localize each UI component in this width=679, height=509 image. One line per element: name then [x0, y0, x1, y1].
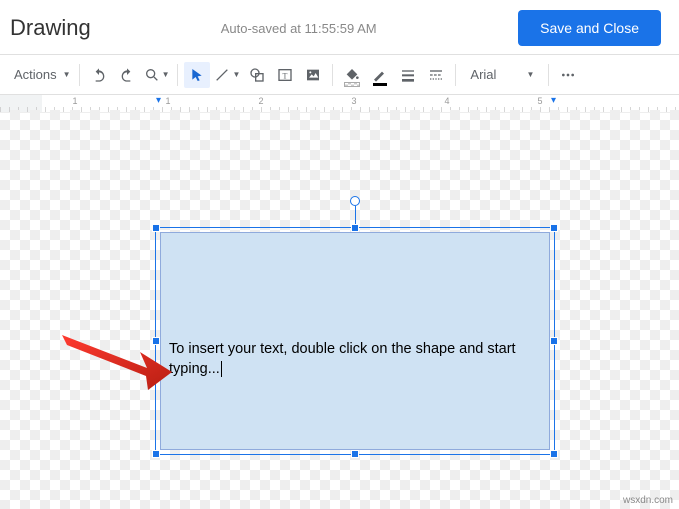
rotation-handle[interactable]: [350, 196, 360, 206]
selection-frame: [155, 227, 555, 455]
indent-right-marker[interactable]: ▾: [551, 95, 556, 106]
resize-handle-tl[interactable]: [152, 224, 160, 232]
font-family-select[interactable]: Arial ▼: [462, 62, 542, 88]
textbox-icon: T: [277, 67, 293, 83]
select-tool-button[interactable]: [184, 62, 210, 88]
chevron-down-icon: ▼: [512, 70, 534, 79]
line-weight-icon: [400, 67, 416, 83]
toolbar: Actions ▼ ▼ ▼ T: [0, 55, 679, 95]
image-icon: [305, 67, 321, 83]
resize-handle-ml[interactable]: [152, 337, 160, 345]
zoom-button[interactable]: ▼: [142, 62, 172, 88]
actions-menu-button[interactable]: Actions ▼: [8, 62, 73, 88]
page-title: Drawing: [10, 15, 91, 41]
zoom-icon: [144, 67, 160, 83]
pencil-icon: [372, 68, 388, 82]
redo-button[interactable]: [114, 62, 140, 88]
watermark-text: wsxdn.com: [623, 495, 673, 506]
textbox-tool-button[interactable]: T: [272, 62, 298, 88]
undo-button[interactable]: [86, 62, 112, 88]
chevron-down-icon: ▼: [63, 70, 71, 79]
undo-icon: [91, 67, 107, 83]
more-options-button[interactable]: [555, 62, 581, 88]
shape-tool-button[interactable]: [244, 62, 270, 88]
cursor-icon: [189, 67, 205, 83]
border-color-button[interactable]: [367, 62, 393, 88]
resize-handle-br[interactable]: [550, 450, 558, 458]
line-tool-button[interactable]: ▼: [212, 62, 242, 88]
chevron-down-icon: ▼: [162, 70, 170, 79]
line-dash-icon: [428, 67, 444, 83]
border-weight-button[interactable]: [395, 62, 421, 88]
redo-icon: [119, 67, 135, 83]
border-dash-button[interactable]: [423, 62, 449, 88]
resize-handle-bm[interactable]: [351, 450, 359, 458]
indent-left-marker[interactable]: ▾: [156, 95, 161, 106]
paint-bucket-icon: [344, 67, 360, 83]
fill-color-button[interactable]: [339, 62, 365, 88]
resize-handle-mr[interactable]: [550, 337, 558, 345]
chevron-down-icon: ▼: [232, 70, 240, 79]
save-and-close-button[interactable]: Save and Close: [518, 10, 661, 46]
svg-text:T: T: [283, 71, 288, 80]
resize-handle-tm[interactable]: [351, 224, 359, 232]
more-horizontal-icon: [559, 67, 577, 83]
autosave-status: Auto-saved at 11:55:59 AM: [91, 21, 518, 36]
resize-handle-bl[interactable]: [152, 450, 160, 458]
drawing-canvas[interactable]: To insert your text, double click on the…: [0, 110, 679, 509]
shapes-icon: [248, 67, 266, 83]
resize-handle-tr[interactable]: [550, 224, 558, 232]
line-icon: [214, 67, 230, 83]
image-tool-button[interactable]: [300, 62, 326, 88]
